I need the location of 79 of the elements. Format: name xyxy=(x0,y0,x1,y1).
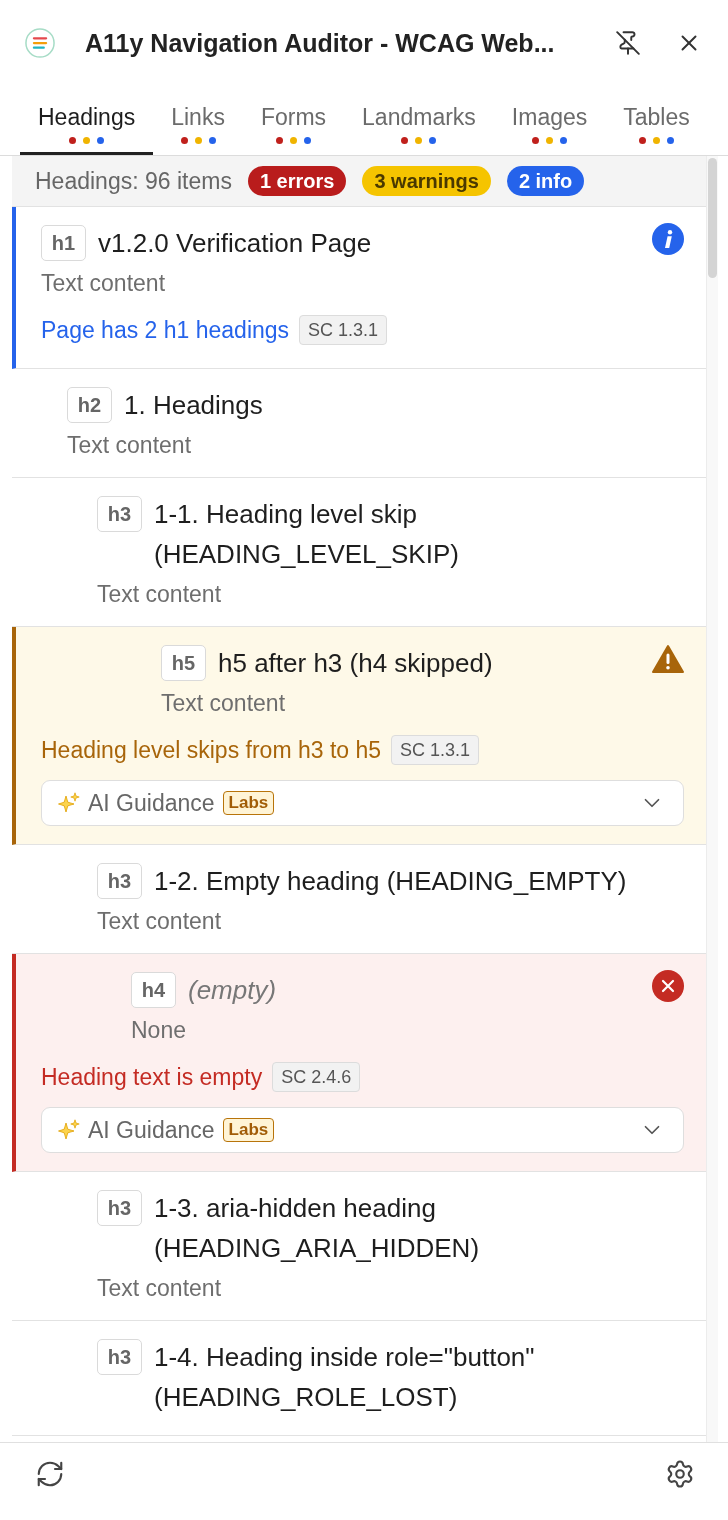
refresh-icon xyxy=(35,1459,65,1489)
content-type-text: Text content xyxy=(97,1275,222,1301)
heading-title: 1-4. Heading inside role="button" (HEADING_ROLE_LOST) xyxy=(154,1341,536,1414)
heading-title: 1-3. aria-hidden heading (HEADING_ARIA_HIDDEN) xyxy=(154,1192,481,1265)
criterion-tag: SC 1.3.1 xyxy=(391,735,480,765)
heading-level-tag: h3 xyxy=(97,863,142,899)
status-dot-icon xyxy=(289,137,297,144)
status-dot-icon xyxy=(69,137,77,144)
heading-title: 1. Headings xyxy=(124,389,264,422)
labs-badge: Labs xyxy=(222,791,275,815)
status-dot-icon xyxy=(194,137,202,144)
content-type-text: Text content xyxy=(97,908,222,934)
pin-off-icon xyxy=(615,30,641,56)
logo-icon xyxy=(25,28,55,58)
panel-title: A11y Navigation Auditor - WCAG Web... xyxy=(85,28,556,59)
status-dot-icon xyxy=(303,137,311,144)
status-dot-icon xyxy=(639,137,646,144)
sparkle-icon xyxy=(58,792,80,814)
content-type-text: Text content xyxy=(97,581,222,607)
error-icon xyxy=(652,970,684,1002)
issue-message: Heading level skips from h3 to h5 xyxy=(41,736,382,764)
tab[interactable]: Forms xyxy=(242,86,345,155)
heading-item[interactable]: h1 v1.2.0 Verification Page Text content Page has 2 h1 headings SC 1.3.1 xyxy=(12,207,706,369)
status-dot-icon xyxy=(97,137,105,144)
sparkle-icon xyxy=(58,1119,80,1141)
heading-level-tag: h2 xyxy=(67,387,112,423)
issue-message: Page has 2 h1 headings xyxy=(41,316,290,344)
settings-icon xyxy=(665,1459,695,1489)
heading-item[interactable]: h4 (empty) None Heading text is empty SC 2.4.6 AI Guidance Labs xyxy=(12,954,706,1172)
labs-badge: Labs xyxy=(222,1118,275,1142)
status-dot-icon xyxy=(180,137,188,144)
tab[interactable]: Landmarks xyxy=(344,86,494,155)
ai-guidance-label: AI Guidance xyxy=(88,789,215,817)
heading-level-tag: h3 xyxy=(97,496,142,532)
criterion-tag: SC 1.3.1 xyxy=(299,315,388,345)
status-dot-icon xyxy=(429,137,437,144)
status-dot-icon xyxy=(275,137,283,144)
heading-title: (empty) xyxy=(188,974,278,1007)
heading-title: 1-2. Empty heading (HEADING_EMPTY) xyxy=(154,865,628,898)
tab[interactable]: Images xyxy=(493,86,606,155)
heading-level-tag: h3 xyxy=(97,1339,142,1375)
refresh-button[interactable] xyxy=(35,1459,65,1489)
status-dot-icon xyxy=(560,137,568,144)
item-count-text: Headings: 96 items xyxy=(35,167,232,195)
heading-level-tag: h4 xyxy=(131,972,176,1008)
info-icon xyxy=(652,223,684,255)
ai-guidance-label: AI Guidance xyxy=(88,1116,215,1144)
heading-item[interactable]: h5 h5 after h3 (h4 skipped) Text content Heading level skips from h3 to h5 SC 1.3.1 AI Guidance Labs xyxy=(12,627,706,845)
warning-icon xyxy=(652,643,684,675)
heading-title: h5 after h3 (h4 skipped) xyxy=(218,647,494,680)
heading-level-tag: h3 xyxy=(97,1190,142,1226)
error-count-badge: 1 errors xyxy=(247,166,347,196)
content-type-text: None xyxy=(131,1017,186,1043)
status-dot-icon xyxy=(532,137,540,144)
heading-level-tag: h1 xyxy=(41,225,86,261)
status-dot-icon xyxy=(667,137,674,144)
ai-guidance-toggle[interactable]: AI Guidance Labs xyxy=(41,780,684,826)
content-type-text: Text content xyxy=(41,270,166,296)
warning-count-badge: 3 warnings xyxy=(362,166,491,196)
tab[interactable]: Links xyxy=(153,86,243,155)
heading-level-tag: h5 xyxy=(161,645,206,681)
content-type-text: Text content xyxy=(67,432,192,458)
status-dot-icon xyxy=(546,137,554,144)
heading-title: 1-1. Heading level skip (HEADING_LEVEL_SKIP) xyxy=(154,498,460,571)
settings-button[interactable] xyxy=(665,1459,695,1489)
status-dot-icon xyxy=(401,137,409,144)
heading-title: v1.2.0 Verification Page xyxy=(98,227,373,260)
status-dot-icon xyxy=(83,137,91,144)
info-count-badge: 2 info xyxy=(506,166,585,196)
ai-guidance-toggle[interactable]: AI Guidance Labs xyxy=(41,1107,684,1153)
unpin-button[interactable] xyxy=(615,30,641,56)
content-type-text: Text content xyxy=(161,690,286,716)
status-dot-icon xyxy=(653,137,660,144)
scrollbar-thumb[interactable] xyxy=(708,158,717,278)
status-dot-icon xyxy=(208,137,216,144)
tab[interactable]: Tables xyxy=(605,86,708,155)
status-dot-icon xyxy=(415,137,423,144)
issue-message: Heading text is empty xyxy=(41,1063,263,1091)
criterion-tag: SC 2.4.6 xyxy=(272,1062,361,1092)
